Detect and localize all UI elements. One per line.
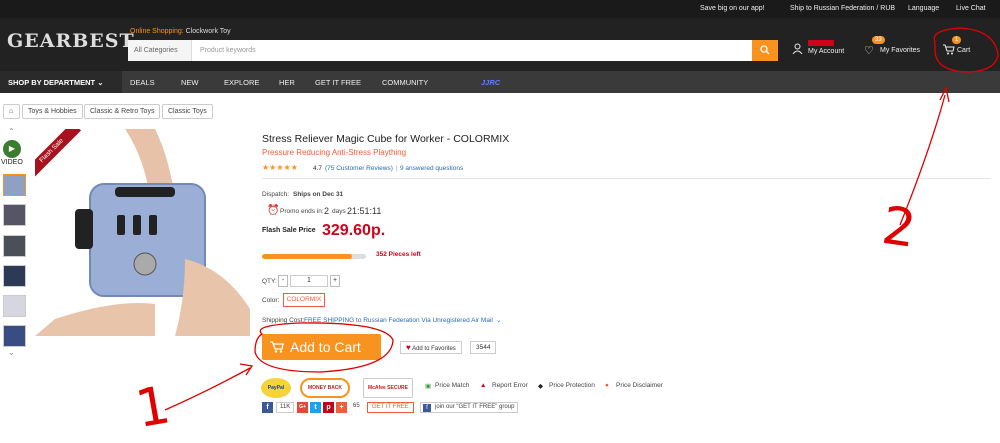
add-to-cart-circle-annotation (254, 322, 394, 373)
annotation-step-1: 1 (131, 375, 174, 440)
hand-drawn-annotations: 2 1 (131, 27, 999, 440)
cart-circle-annotation (933, 27, 999, 73)
arrow-to-add-to-cart-annotation (164, 363, 254, 411)
annotation-step-2: 2 (878, 196, 919, 260)
